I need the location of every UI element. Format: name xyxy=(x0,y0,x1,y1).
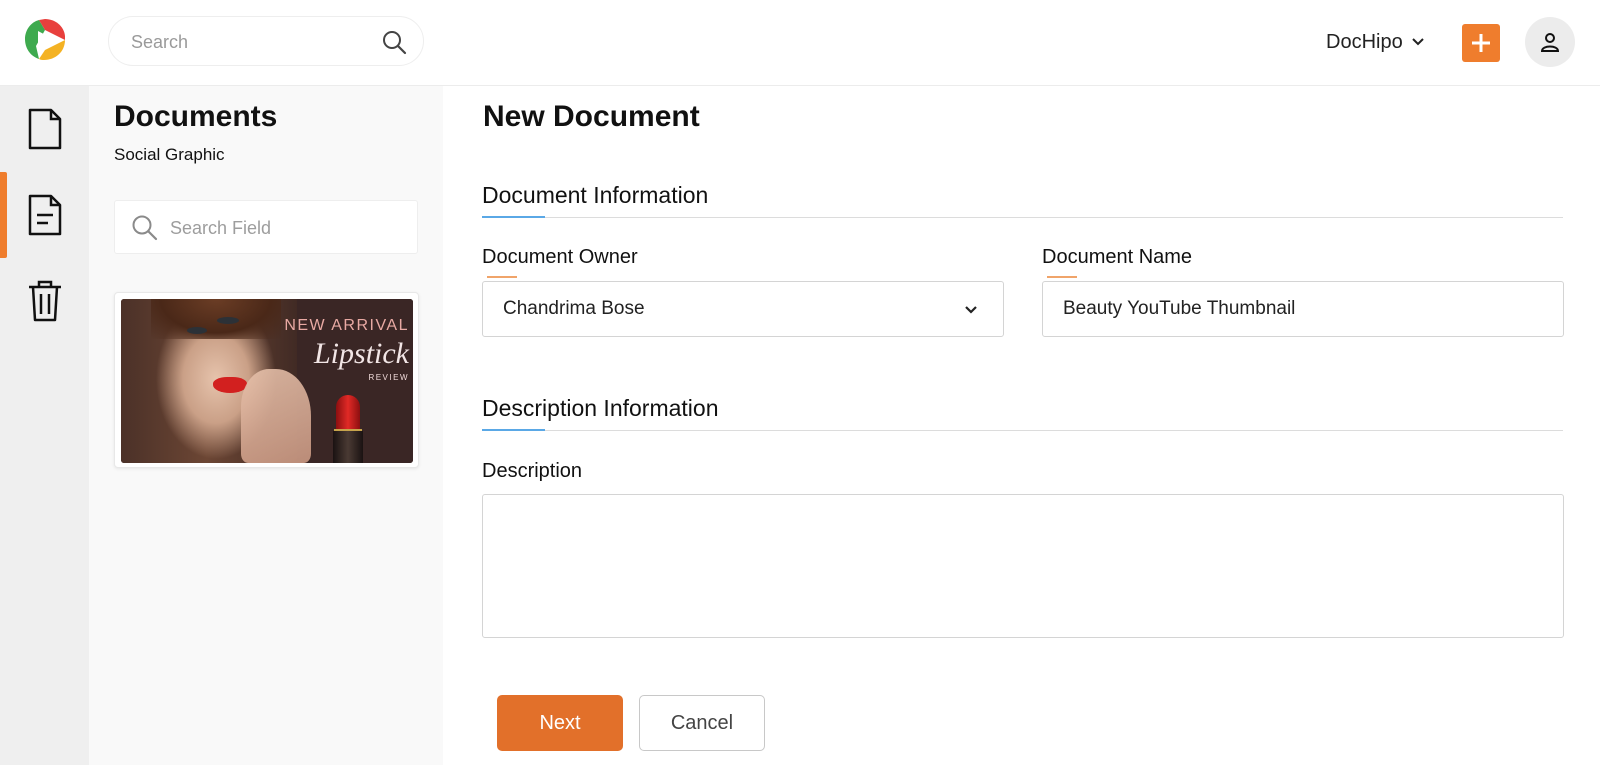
label-accent xyxy=(1047,276,1077,278)
cancel-button[interactable]: Cancel xyxy=(639,695,765,751)
workspace-label: DocHipo xyxy=(1326,30,1403,53)
new-document-form: New Document Document Information Docume… xyxy=(443,86,1600,765)
left-rail xyxy=(0,86,89,765)
search-icon[interactable] xyxy=(381,29,407,55)
chevron-down-icon xyxy=(1411,38,1424,46)
chevron-down-icon xyxy=(965,306,977,314)
description-textarea[interactable] xyxy=(482,494,1564,638)
rail-item-social-graphic[interactable] xyxy=(0,172,89,258)
document-owner-select[interactable]: Chandrima Bose xyxy=(482,281,1004,337)
section-title-description-information: Description Information xyxy=(482,395,719,421)
field-search-input[interactable] xyxy=(170,215,400,241)
label-accent xyxy=(487,276,517,278)
section-divider xyxy=(482,216,1563,218)
thumbnail-tag: REVIEW xyxy=(368,373,409,382)
global-search-input[interactable] xyxy=(131,29,361,55)
documents-panel: Documents Social Graphic NEW ARRIVAL Lip… xyxy=(89,86,443,765)
panel-title: Documents xyxy=(114,100,278,133)
template-thumbnail-card[interactable]: NEW ARRIVAL Lipstick REVIEW xyxy=(114,292,419,468)
dochipo-logo-icon[interactable] xyxy=(22,16,68,62)
panel-subtitle: Social Graphic xyxy=(114,145,225,164)
field-search[interactable] xyxy=(114,200,418,254)
description-label: Description xyxy=(482,460,583,482)
create-new-button[interactable] xyxy=(1462,24,1500,62)
section-divider xyxy=(482,429,1563,431)
search-icon xyxy=(131,214,158,241)
document-name-input[interactable] xyxy=(1042,281,1564,337)
thumbnail-headline: NEW ARRIVAL xyxy=(284,317,409,334)
thumbnail-title: Lipstick xyxy=(314,337,409,370)
rail-item-trash[interactable] xyxy=(0,258,89,344)
document-owner-label: Document Owner xyxy=(482,246,638,268)
global-search[interactable] xyxy=(108,16,424,66)
section-title-document-information: Document Information xyxy=(482,182,709,208)
document-owner-value: Chandrima Bose xyxy=(503,298,645,319)
rail-item-documents[interactable] xyxy=(0,86,89,172)
template-thumbnail-image: NEW ARRIVAL Lipstick REVIEW xyxy=(121,299,413,463)
document-icon xyxy=(28,108,61,150)
user-icon xyxy=(1540,33,1560,52)
document-name-label: Document Name xyxy=(1042,246,1193,268)
plus-icon xyxy=(1472,34,1490,52)
user-avatar-button[interactable] xyxy=(1525,17,1575,67)
workspace-dropdown[interactable]: DocHipo xyxy=(1326,28,1425,56)
trash-icon xyxy=(28,280,61,322)
document-lines-icon xyxy=(28,194,61,236)
top-bar: DocHipo xyxy=(0,0,1600,86)
page-title: New Document xyxy=(483,100,700,133)
next-button[interactable]: Next xyxy=(497,695,623,751)
